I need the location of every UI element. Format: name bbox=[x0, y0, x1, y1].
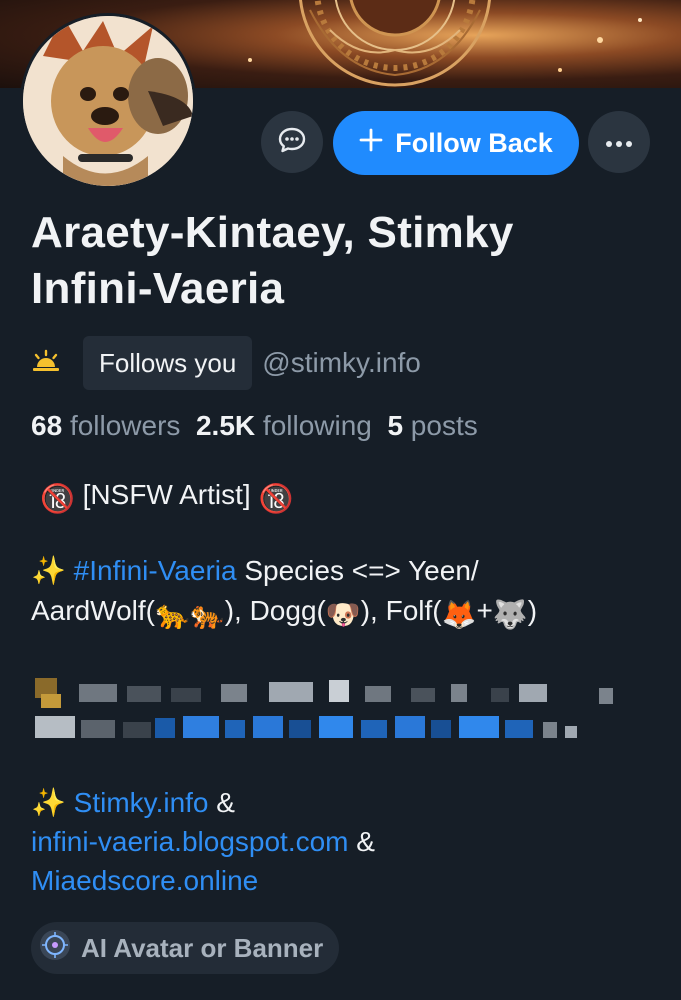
ai-label-text: AI Avatar or Banner bbox=[81, 932, 324, 963]
labeler-avatar-icon bbox=[39, 929, 71, 968]
bio-species-text: Species <=> Yeen/ bbox=[244, 555, 479, 586]
bio-text: AardWolf( bbox=[31, 595, 155, 626]
message-button[interactable] bbox=[261, 111, 323, 173]
bio-text: ) bbox=[527, 595, 538, 626]
bio-text: ), Dogg( bbox=[224, 595, 326, 626]
bio-text: + bbox=[476, 595, 493, 626]
wolf-face-icon: 🐺 bbox=[492, 599, 528, 630]
profile-avatar[interactable] bbox=[20, 13, 196, 189]
bio-line-links-2: infini-vaeria.blogspot.com & bbox=[31, 823, 375, 861]
no-under-18-icon: 🔞 bbox=[40, 483, 75, 514]
posts-stat: 5 posts bbox=[387, 410, 477, 441]
sparkles-icon: ✨ bbox=[31, 555, 66, 586]
following-label: following bbox=[262, 410, 372, 441]
sparkles-icon: ✨ bbox=[31, 787, 66, 818]
dog-face-icon: 🐶 bbox=[325, 599, 361, 630]
profile-stats: 68 followers 2.5K following 5 posts bbox=[31, 410, 478, 442]
profile-handle[interactable]: @stimky.info bbox=[262, 347, 421, 379]
follows-you-badge: Follows you bbox=[83, 336, 253, 390]
more-options-button[interactable] bbox=[588, 111, 650, 173]
following-count: 2.5K bbox=[195, 410, 256, 441]
ampersand-text: & bbox=[216, 787, 235, 818]
link-stimky-info[interactable]: Stimky.info bbox=[74, 787, 209, 818]
bio-nsfw-text: [NSFW Artist] bbox=[82, 479, 251, 510]
link-blogspot[interactable]: infini-vaeria.blogspot.com bbox=[31, 826, 349, 857]
followers-label: followers bbox=[69, 410, 181, 441]
bio-line-animals: AardWolf(🐆🐅), Dogg(🐶), Folf(🦊+🐺) bbox=[31, 592, 537, 634]
ampersand-text: & bbox=[356, 826, 375, 857]
redacted-text-block bbox=[31, 672, 631, 752]
ellipsis-icon bbox=[605, 133, 633, 152]
followers-stat[interactable]: 68 followers bbox=[31, 410, 180, 441]
following-stat[interactable]: 2.5K following bbox=[196, 410, 372, 441]
display-name-line2: Infini-Vaeria bbox=[31, 264, 285, 313]
display-name: Araety-Kintaey, Stimky Infini-Vaeria bbox=[31, 205, 651, 317]
bio-line-nsfw: 🔞 [NSFW Artist] 🔞 bbox=[40, 476, 293, 518]
follow-back-label: Follow Back bbox=[395, 127, 553, 158]
bio-line-links-3: Miaedscore.online bbox=[31, 862, 258, 900]
sunrise-icon bbox=[31, 349, 61, 377]
ai-label-badge[interactable]: AI Avatar or Banner bbox=[31, 922, 340, 974]
no-under-18-icon: 🔞 bbox=[258, 483, 294, 514]
handle-row: Follows you @stimky.info bbox=[31, 336, 421, 390]
link-miaedscore[interactable]: Miaedscore.online bbox=[31, 865, 258, 896]
chat-bubble-icon bbox=[277, 125, 307, 159]
hashtag-link[interactable]: #Infini-Vaeria bbox=[74, 555, 237, 586]
follow-back-button[interactable]: Follow Back bbox=[333, 111, 579, 175]
posts-count: 5 bbox=[387, 410, 404, 441]
fox-face-icon: 🦊 bbox=[441, 599, 477, 630]
bio-line-species: ✨ #Infini-Vaeria Species <=> Yeen/ bbox=[31, 552, 479, 590]
display-name-line1: Araety-Kintaey, Stimky bbox=[31, 208, 514, 257]
leopard-tiger-icon: 🐆🐅 bbox=[154, 599, 225, 630]
bio-text: ), Folf( bbox=[360, 595, 442, 626]
bio-line-links: ✨ Stimky.info & bbox=[31, 784, 235, 822]
followers-count: 68 bbox=[31, 410, 63, 441]
posts-label: posts bbox=[410, 410, 478, 441]
plus-icon bbox=[359, 128, 383, 159]
